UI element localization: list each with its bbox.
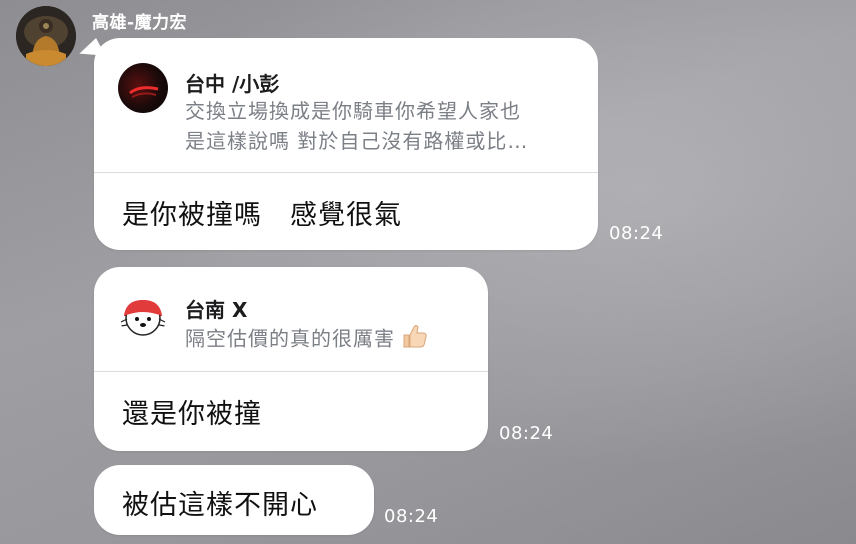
quoted-message[interactable]: 台中 /小彭 交換立場換成是你騎車你希望人家也 是這樣說嗎 對於自己沒有路權或比… [94,38,598,173]
sender-name[interactable]: 高雄-魔力宏 [92,8,187,33]
sender-avatar[interactable] [16,6,76,66]
quote-text-content: 隔空估價的真的很厲害 [185,326,395,351]
message-bubble[interactable]: 被估這樣不開心 [94,465,374,535]
message-text: 是你被撞嗎 感覺很氣 [122,200,402,231]
message-text: 還是你被撞 [122,399,262,430]
quote-author-avatar [118,288,168,338]
message-timestamp: 08:24 [499,423,554,444]
thumbs-up-icon [401,322,429,358]
message-bubble[interactable]: 台南 X 隔空估價的真的很厲害 還是你被撞 [94,267,488,451]
red-light-icon [129,86,159,98]
avatar-image [16,6,76,66]
quote-author-avatar [118,63,168,113]
quote-author-name: 台中 /小彭 [185,72,280,96]
message-timestamp: 08:24 [609,223,664,244]
quote-text-line: 隔空估價的真的很厲害 [185,322,429,358]
message-text: 被估這樣不開心 [122,490,318,521]
quote-text-line: 交換立場換成是你騎車你希望人家也 [185,99,521,123]
message-bubble[interactable]: 台中 /小彭 交換立場換成是你騎車你希望人家也 是這樣說嗎 對於自己沒有路權或比… [76,38,598,250]
quote-author-name: 台南 X [185,298,248,322]
quoted-message[interactable]: 台南 X 隔空估價的真的很厲害 [94,267,488,372]
quote-text-line: 是這樣說嗎 對於自己沒有路權或比… [185,129,529,153]
bear-icon [120,300,166,336]
message-timestamp: 08:24 [384,506,439,527]
